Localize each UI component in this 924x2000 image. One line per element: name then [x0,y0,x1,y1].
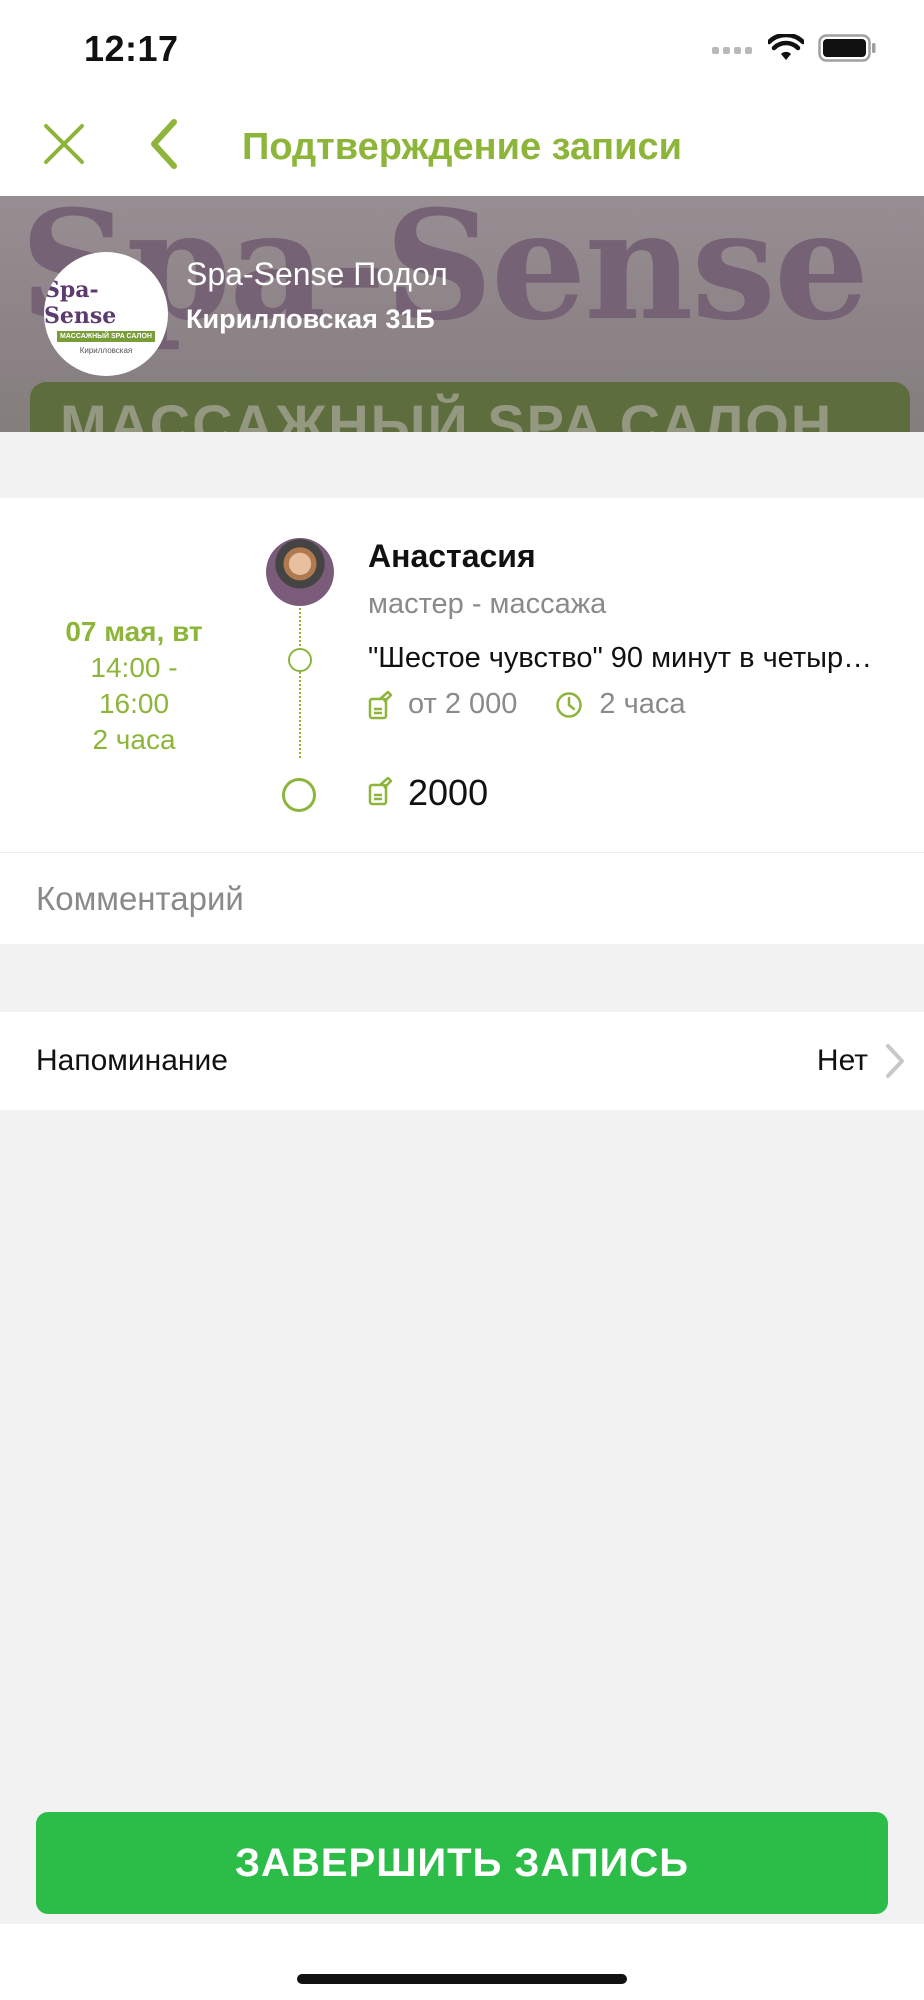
battery-icon [818,34,876,67]
chevron-right-icon [884,1042,906,1085]
booking-datetime: 07 мая, вт 14:00 - 16:00 2 часа [20,614,248,758]
close-icon [42,122,86,171]
reminder-value: Нет [816,1044,868,1077]
page-title: Подтверждение записи [242,126,682,168]
signal-icon [712,42,754,60]
service-price: от 2 000 [408,688,518,720]
back-chevron-icon [148,118,180,175]
total-row: 2000 [368,772,488,814]
home-indicator[interactable] [297,1974,627,1984]
salon-address: Кирилловская 31Б [186,304,435,334]
booking-date: 07 мая, вт [65,616,203,647]
close-button[interactable] [34,116,94,176]
service-meta: от 2 000 2 часа [368,688,685,721]
status-icons [712,32,876,67]
wifi-icon [766,32,806,67]
timeline-line [299,608,301,758]
comment-row [0,852,924,944]
booking-card: 07 мая, вт 14:00 - 16:00 2 часа Анастаси… [0,498,924,852]
status-bar: 12:17 [0,0,924,96]
comment-input[interactable] [36,875,886,923]
master-name: Анастасия [368,538,536,574]
back-button[interactable] [134,116,194,176]
booking-duration: 2 часа [92,724,176,755]
master-role: мастер - массажа [368,588,607,620]
salon-name: Spa-Sense Подол [186,256,448,292]
service-duration: 2 часа [599,688,686,720]
salon-logo-small: Кирилловская [79,346,133,355]
price-tag-icon [368,690,392,720]
home-area [0,1924,924,2000]
complete-booking-button[interactable]: ЗАВЕРШИТЬ ЗАПИСЬ [36,1812,888,1914]
timeline-dot [288,648,312,672]
booking-time-end: 16:00 [98,688,170,719]
master-avatar [266,538,334,606]
total-price: 2000 [408,772,489,813]
salon-logo-text: Spa-Sense [44,277,117,329]
price-tag-icon [368,776,393,811]
reminder-label: Напоминание [36,1044,228,1077]
salon-header: Spa-Sense МАССАЖНЫЙ SPA САЛОН Spa-Sense … [0,196,924,432]
service-name: "Шестое чувство" 90 минут в четыре руки [368,642,888,674]
booking-time-start: 14:00 - [90,652,178,683]
timeline-end-dot [282,778,316,812]
salon-logo-strip: МАССАЖНЫЙ SPA САЛОН [57,331,155,342]
nav-bar: Подтверждение записи [0,96,924,196]
clock-icon [555,691,583,719]
status-time: 12:17 [84,28,179,69]
reminder-row[interactable]: Напоминание Нет [0,1012,924,1110]
salon-logo: Spa-Sense МАССАЖНЫЙ SPA САЛОН Кирилловск… [44,252,168,376]
